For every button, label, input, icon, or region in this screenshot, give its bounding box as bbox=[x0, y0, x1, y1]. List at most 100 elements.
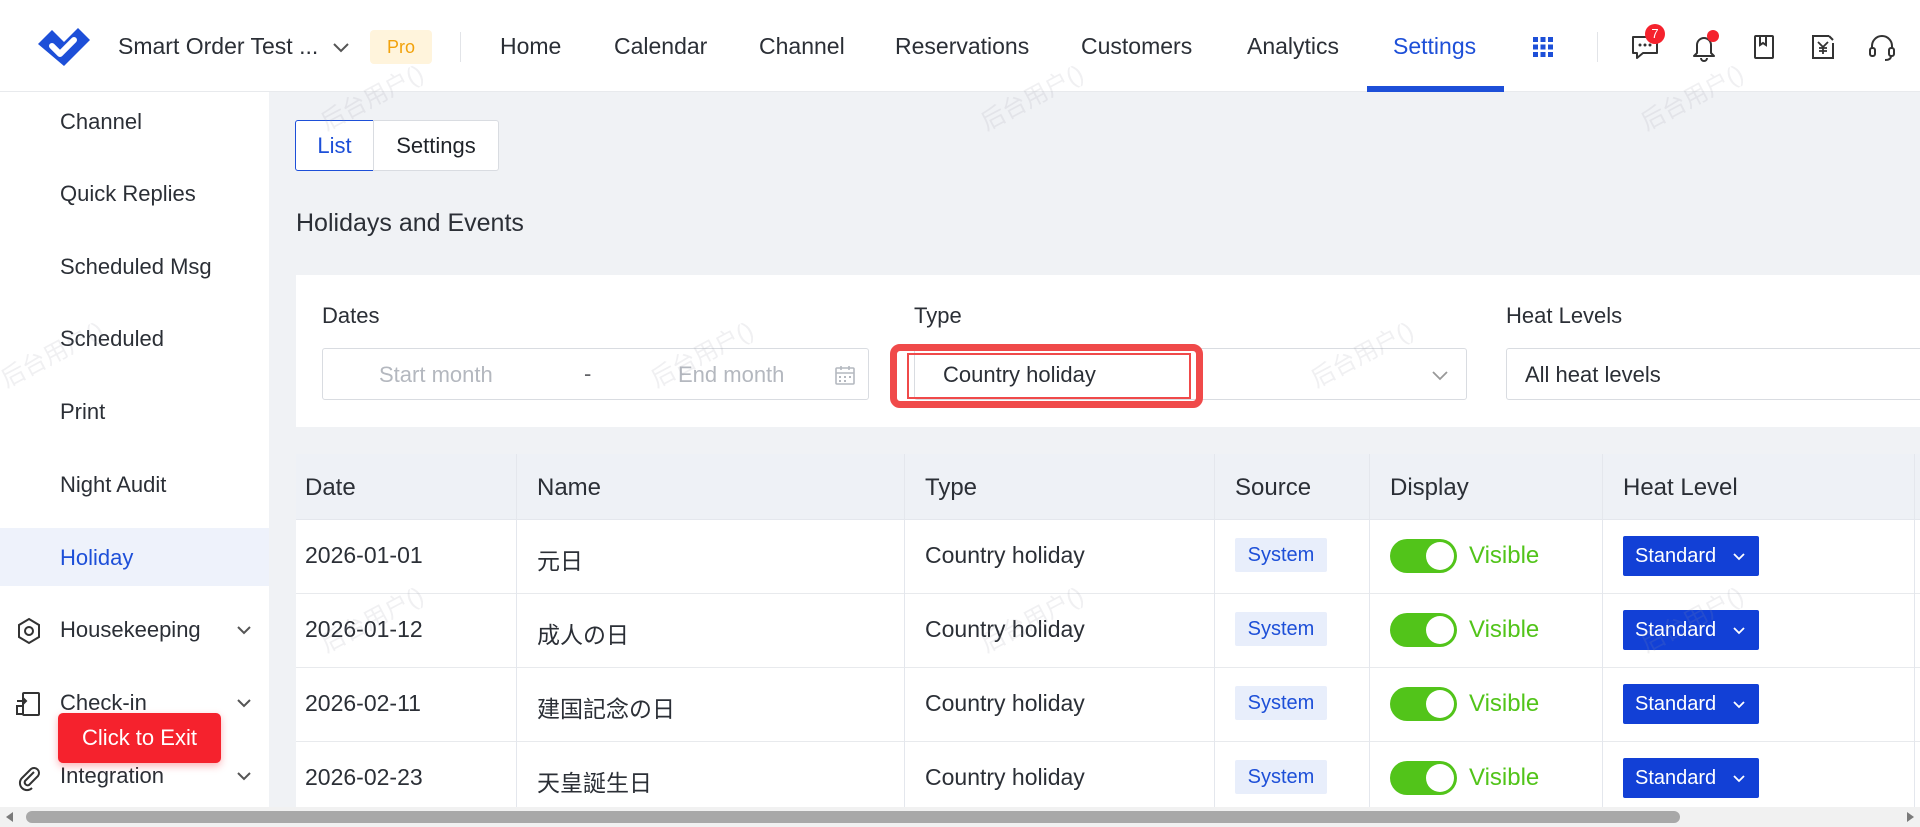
column-header-source[interactable]: Source bbox=[1235, 474, 1311, 502]
nav-customers[interactable]: Customers bbox=[1081, 33, 1192, 60]
cell-type: Country holiday bbox=[925, 616, 1085, 642]
sidebar-item-label: Channel bbox=[60, 109, 142, 134]
display-toggle[interactable] bbox=[1390, 613, 1457, 647]
display-toggle[interactable] bbox=[1390, 687, 1457, 721]
display-toggle[interactable] bbox=[1390, 539, 1457, 573]
invoice-icon[interactable] bbox=[1807, 31, 1839, 63]
column-divider bbox=[904, 454, 905, 807]
apps-grid-icon[interactable] bbox=[1532, 36, 1554, 58]
heat-level-value: Standard bbox=[1635, 618, 1717, 641]
brand-logo-icon[interactable] bbox=[34, 22, 94, 72]
display-status: Visible bbox=[1469, 690, 1540, 717]
table-header: Date Name Type Source Display Heat Level bbox=[296, 454, 1920, 520]
cell-type: Country holiday bbox=[925, 542, 1085, 568]
display-toggle[interactable] bbox=[1390, 761, 1457, 795]
chevron-down-icon bbox=[1432, 371, 1448, 381]
column-header-name[interactable]: Name bbox=[537, 474, 601, 502]
divider bbox=[1597, 32, 1598, 62]
cell-date: 2026-02-23 bbox=[305, 764, 423, 790]
column-header-heat-level[interactable]: Heat Level bbox=[1623, 474, 1738, 502]
date-range-picker[interactable]: Start month - End month bbox=[322, 348, 869, 400]
column-divider bbox=[1602, 454, 1603, 807]
filter-panel: Dates Start month - End month Type Count… bbox=[296, 275, 1920, 427]
sidebar-item-night-audit[interactable]: Night Audit bbox=[0, 455, 269, 513]
heat-level-dropdown[interactable]: Standard bbox=[1623, 758, 1759, 798]
bookmark-icon[interactable] bbox=[1748, 31, 1780, 63]
heat-levels-label: Heat Levels bbox=[1506, 303, 1623, 328]
divider bbox=[460, 32, 461, 62]
nav-analytics[interactable]: Analytics bbox=[1247, 33, 1339, 60]
tab-settings[interactable]: Settings bbox=[373, 120, 499, 171]
column-header-display[interactable]: Display bbox=[1390, 474, 1469, 502]
sidebar-item-scheduled-msg[interactable]: Scheduled Msg bbox=[0, 237, 269, 295]
range-separator: - bbox=[584, 361, 592, 386]
paperclip-icon bbox=[18, 767, 40, 792]
scroll-left-arrow[interactable] bbox=[6, 812, 13, 822]
sidebar-item-scheduled[interactable]: Scheduled bbox=[0, 309, 269, 367]
column-divider bbox=[1914, 454, 1915, 807]
heat-level-dropdown[interactable]: Standard bbox=[1623, 684, 1759, 724]
heat-levels-value: All heat levels bbox=[1525, 362, 1661, 387]
sidebar-item-channel[interactable]: Channel bbox=[0, 92, 269, 150]
source-tag: System bbox=[1235, 612, 1327, 646]
scroll-right-arrow[interactable] bbox=[1907, 812, 1914, 822]
cell-name: 元日 bbox=[537, 548, 583, 574]
nav-calendar[interactable]: Calendar bbox=[614, 33, 707, 60]
plan-badge: Pro bbox=[370, 30, 432, 64]
display-status: Visible bbox=[1469, 542, 1540, 569]
cell-name: 建国記念の日 bbox=[537, 696, 675, 722]
sidebar-item-holiday[interactable]: Holiday bbox=[0, 528, 269, 586]
heat-level-dropdown[interactable]: Standard bbox=[1623, 610, 1759, 650]
section-title: Holidays and Events bbox=[296, 209, 524, 237]
sidebar-group-label: Integration bbox=[60, 763, 164, 788]
nav-channel[interactable]: Channel bbox=[759, 33, 845, 60]
table-row: 2026-01-01 元日 Country holiday System Vis… bbox=[296, 520, 1920, 594]
chevron-down-icon bbox=[237, 699, 251, 708]
heat-levels-select[interactable]: All heat levels bbox=[1506, 348, 1920, 400]
chevron-down-icon bbox=[237, 772, 251, 781]
horizontal-scrollbar[interactable] bbox=[0, 807, 1920, 827]
chevron-down-icon bbox=[1733, 701, 1745, 709]
sidebar-group-label: Housekeeping bbox=[60, 617, 201, 642]
heat-level-dropdown[interactable]: Standard bbox=[1623, 536, 1759, 576]
housekeeping-icon bbox=[18, 617, 40, 645]
source-tag: System bbox=[1235, 538, 1327, 572]
chevron-down-icon bbox=[237, 626, 251, 635]
end-month-input[interactable]: End month bbox=[678, 362, 784, 388]
notification-dot bbox=[1707, 30, 1719, 42]
sidebar-group-housekeeping[interactable]: Housekeeping bbox=[0, 600, 269, 658]
top-navigation: Smart Order Test ... Pro Home Calendar C… bbox=[0, 0, 1920, 92]
nav-reservations[interactable]: Reservations bbox=[895, 33, 1029, 60]
sidebar-item-quick-replies[interactable]: Quick Replies bbox=[0, 164, 269, 222]
message-count-badge: 7 bbox=[1645, 24, 1665, 44]
chevron-down-icon[interactable] bbox=[330, 36, 352, 58]
column-header-type[interactable]: Type bbox=[925, 474, 977, 502]
heat-level-value: Standard bbox=[1635, 544, 1717, 567]
start-month-input[interactable]: Start month bbox=[379, 362, 493, 388]
type-label: Type bbox=[914, 303, 962, 328]
column-header-date[interactable]: Date bbox=[305, 474, 356, 502]
cell-date: 2026-01-12 bbox=[305, 616, 423, 642]
click-to-exit-button[interactable]: Click to Exit bbox=[58, 713, 221, 763]
table-row: 2026-02-11 建国記念の日 Country holiday System… bbox=[296, 668, 1920, 742]
cell-name: 成人の日 bbox=[537, 622, 629, 648]
app-title[interactable]: Smart Order Test ... bbox=[118, 33, 318, 60]
cell-type: Country holiday bbox=[925, 690, 1085, 716]
sidebar-item-print[interactable]: Print bbox=[0, 382, 269, 440]
nav-settings[interactable]: Settings bbox=[1393, 33, 1476, 60]
cell-date: 2026-02-11 bbox=[305, 690, 421, 716]
sidebar-item-label: Scheduled bbox=[60, 326, 164, 351]
chevron-down-icon bbox=[1733, 627, 1745, 635]
scrollbar-thumb[interactable] bbox=[26, 811, 1680, 823]
cell-date: 2026-01-01 bbox=[305, 542, 423, 568]
tab-list[interactable]: List bbox=[295, 120, 374, 171]
display-status: Visible bbox=[1469, 764, 1540, 791]
dates-label: Dates bbox=[322, 303, 380, 328]
display-status: Visible bbox=[1469, 616, 1540, 643]
source-tag: System bbox=[1235, 686, 1327, 720]
cell-name: 天皇誕生日 bbox=[537, 770, 652, 796]
heat-level-value: Standard bbox=[1635, 692, 1717, 715]
calendar-icon[interactable] bbox=[833, 363, 857, 387]
nav-home[interactable]: Home bbox=[500, 33, 561, 60]
support-headset-icon[interactable] bbox=[1866, 31, 1898, 63]
